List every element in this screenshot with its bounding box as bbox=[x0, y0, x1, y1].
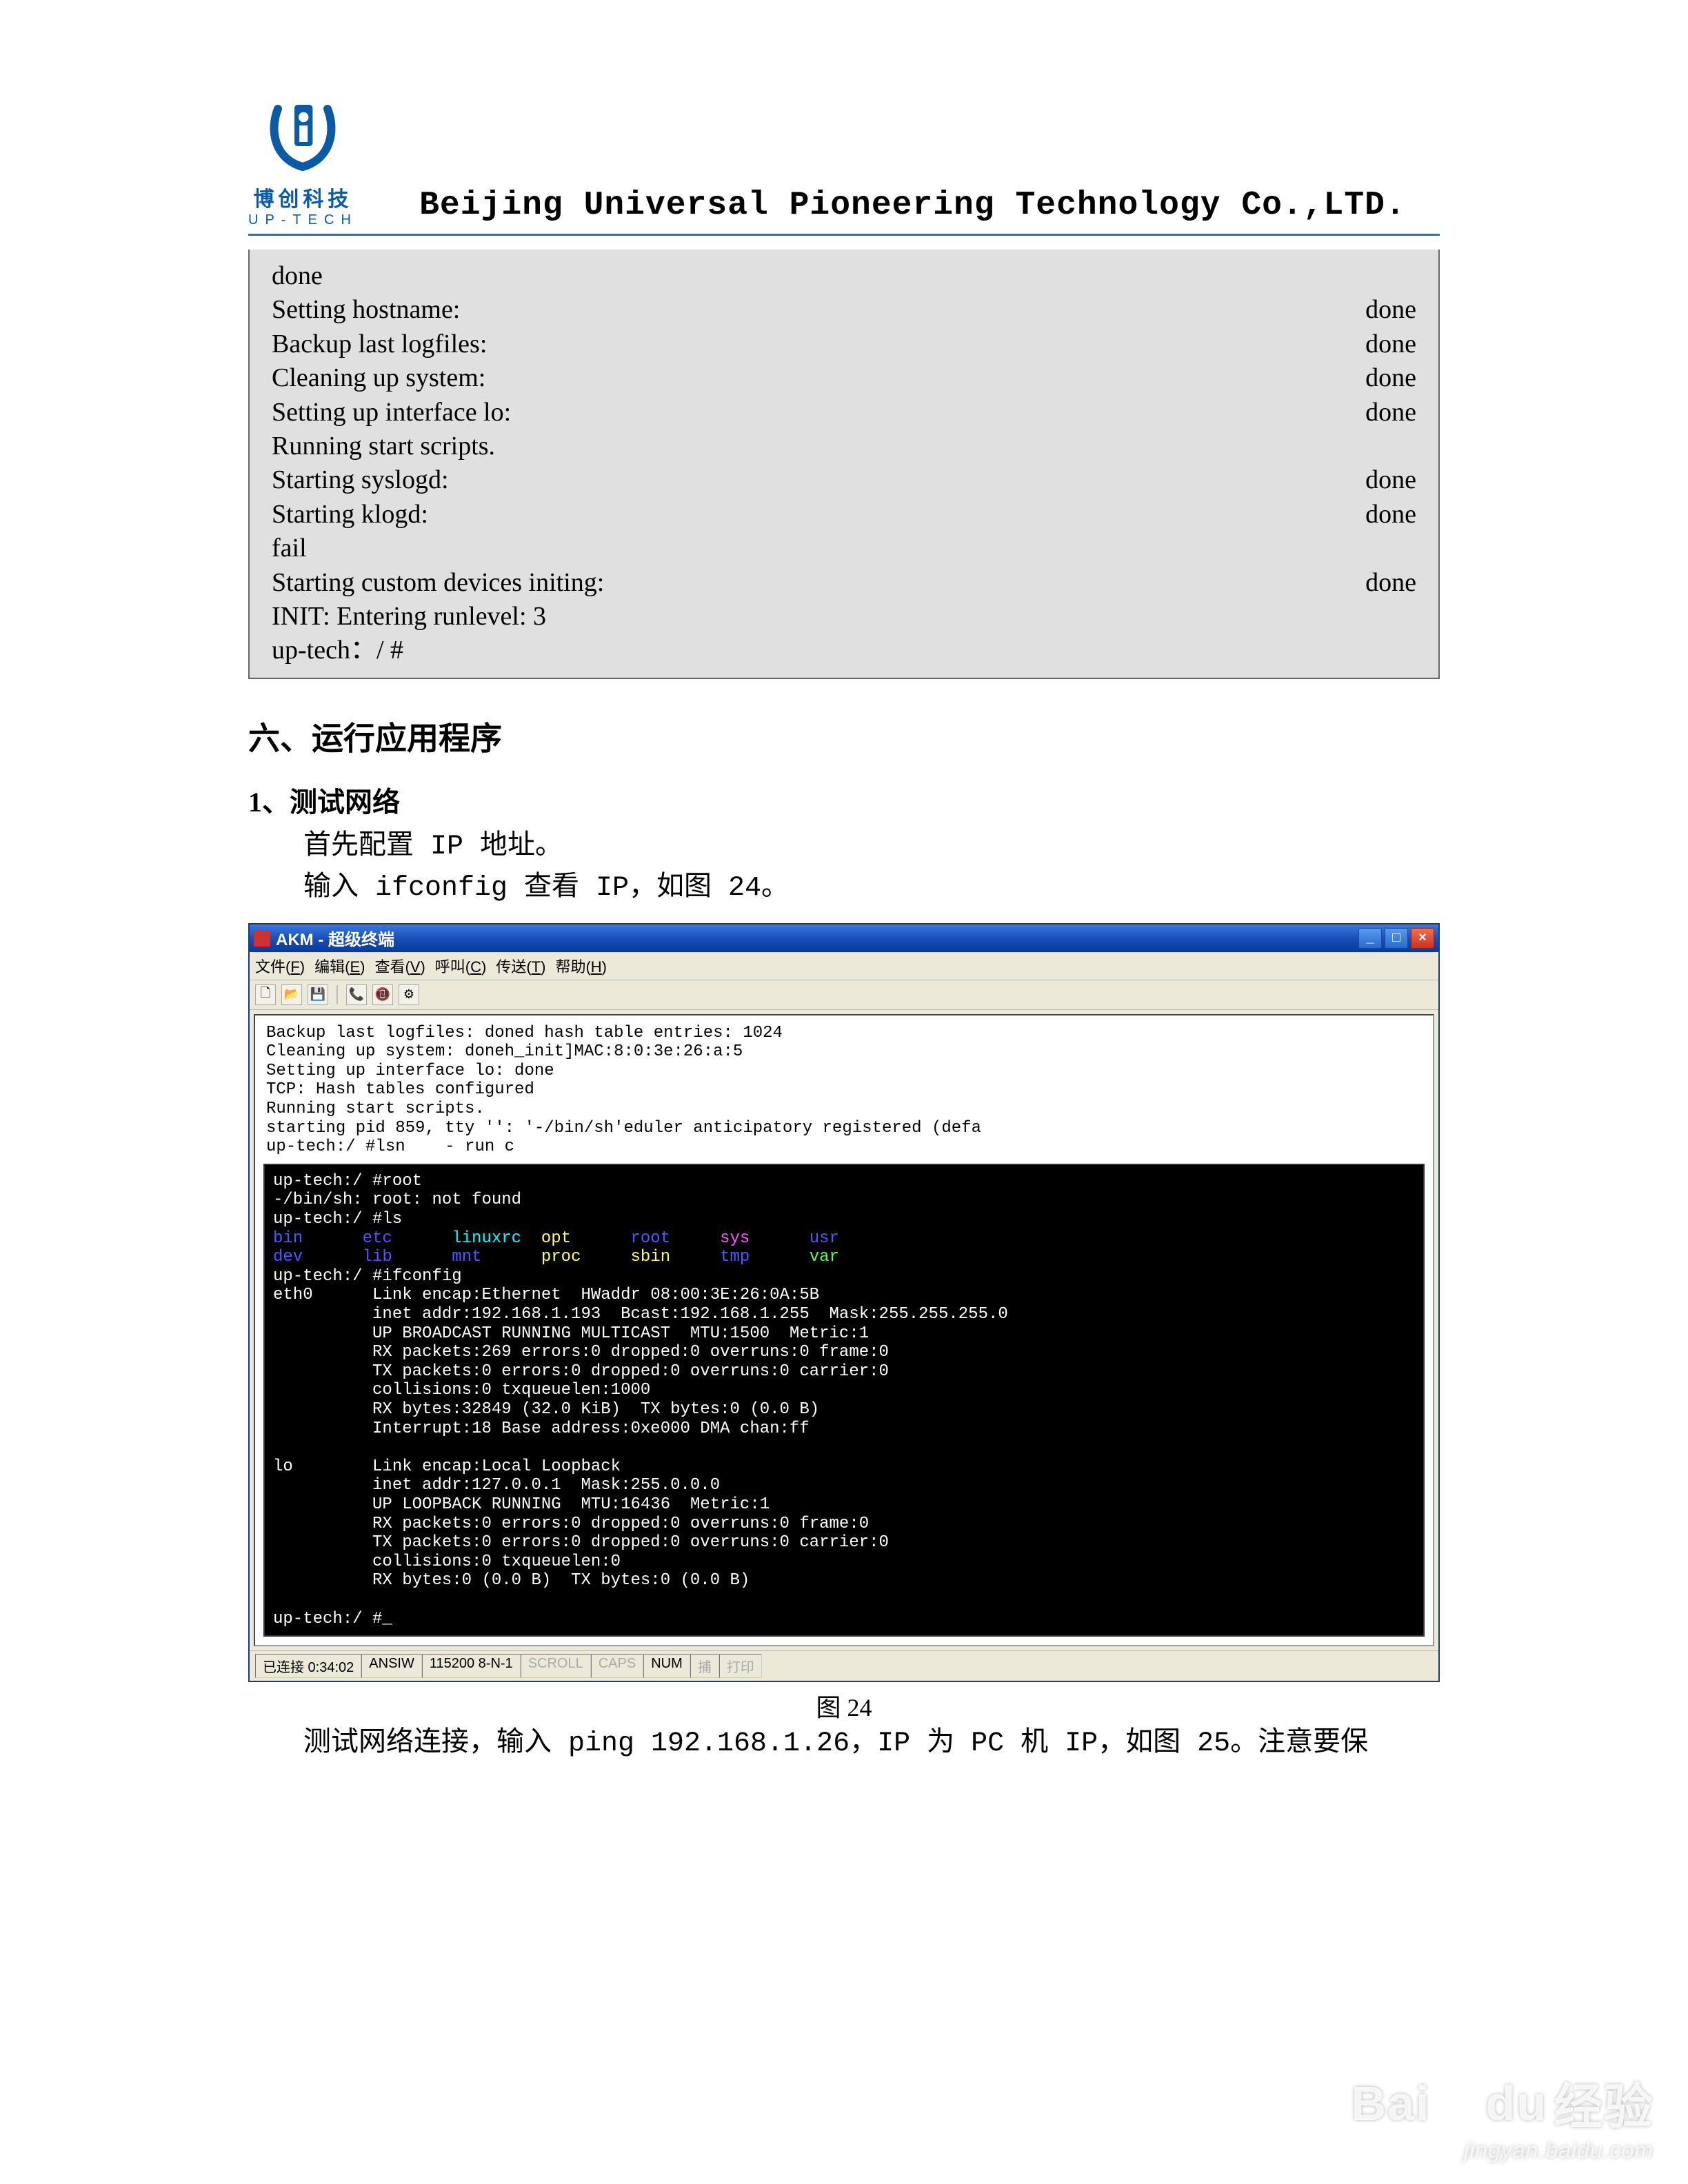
new-icon[interactable]: 🗋 bbox=[255, 984, 276, 1005]
watermark-text-en: Bai bbox=[1352, 2076, 1431, 2131]
status-num: NUM bbox=[643, 1654, 690, 1678]
boot-row: fail bbox=[272, 532, 1416, 565]
menu-item[interactable]: 传送(T) bbox=[496, 955, 545, 977]
open-icon[interactable]: 📂 bbox=[281, 984, 302, 1005]
logo-block: 博创科技 UP-TECH bbox=[248, 97, 358, 228]
boot-row: up-tech：/ # bbox=[272, 634, 1416, 667]
section-heading: 六、运行应用程序 bbox=[248, 714, 1440, 759]
disconnect-icon[interactable]: 📵 bbox=[372, 984, 393, 1005]
menu-item[interactable]: 呼叫(C) bbox=[435, 955, 487, 977]
watermark-url: jingyan.baidu.com bbox=[1352, 2138, 1654, 2163]
toolbar-separator bbox=[336, 985, 338, 1004]
baidu-watermark: Bai du 经验 jingyan.baidu.com bbox=[1352, 2068, 1654, 2163]
menu-item[interactable]: 文件(F) bbox=[255, 955, 305, 977]
terminal-black-area[interactable]: up-tech:/ #root -/bin/sh: root: not foun… bbox=[263, 1164, 1425, 1637]
app-icon bbox=[254, 930, 270, 947]
menu-item[interactable]: 编辑(E) bbox=[314, 955, 365, 977]
close-button[interactable]: × bbox=[1411, 928, 1434, 949]
connect-icon[interactable]: 📞 bbox=[346, 984, 367, 1005]
paragraph-1: 首先配置 IP 地址。 bbox=[303, 827, 1440, 868]
menubar: 文件(F) 编辑(E) 查看(V) 呼叫(C) 传送(T) 帮助(H) bbox=[250, 952, 1438, 980]
status-connection: 已连接 0:34:02 bbox=[255, 1654, 361, 1678]
boot-row: Cleaning up system:done bbox=[272, 361, 1416, 395]
minimize-button[interactable]: _ bbox=[1358, 928, 1382, 949]
watermark-text-en2: du bbox=[1485, 2076, 1547, 2131]
logo-text-cn: 博创科技 bbox=[253, 182, 352, 212]
logo-text-en: UP-TECH bbox=[248, 212, 358, 228]
toolbar: 🗋 📂 💾 📞 📵 ⚙ bbox=[250, 980, 1438, 1010]
figure-caption: 图 24 bbox=[248, 1688, 1440, 1723]
paragraph-2: 输入 ifconfig 查看 IP，如图 24。 bbox=[303, 868, 1440, 909]
statusbar: 已连接 0:34:02 ANSIW 115200 8-N-1 SCROLL CA… bbox=[250, 1650, 1438, 1681]
terminal-content-frame: Backup last logfiles: doned hash table e… bbox=[254, 1014, 1434, 1646]
status-terminal-type: ANSIW bbox=[361, 1654, 422, 1678]
status-caps: CAPS bbox=[591, 1654, 643, 1678]
menu-item[interactable]: 查看(V) bbox=[374, 955, 425, 977]
boot-row: Setting hostname:done bbox=[272, 293, 1416, 327]
boot-row: done bbox=[272, 259, 1416, 293]
boot-row: Starting custom devices initing:done bbox=[272, 566, 1416, 600]
uptech-logo-icon bbox=[261, 97, 344, 179]
subsection-heading: 1、测试网络 bbox=[248, 780, 1440, 820]
page-header: 博创科技 UP-TECH Beijing Universal Pioneerin… bbox=[248, 97, 1440, 236]
company-title: Beijing Universal Pioneering Technology … bbox=[385, 187, 1440, 228]
status-baud: 115200 8-N-1 bbox=[422, 1654, 521, 1678]
menu-item[interactable]: 帮助(H) bbox=[555, 955, 607, 977]
status-print: 打印 bbox=[719, 1654, 762, 1678]
boot-row: Starting syslogd:done bbox=[272, 463, 1416, 497]
properties-icon[interactable]: ⚙ bbox=[399, 984, 419, 1005]
paragraph-3: 测试网络连接，输入 ping 192.168.1.26，IP 为 PC 机 IP… bbox=[303, 1723, 1440, 1765]
terminal-white-area[interactable]: Backup last logfiles: doned hash table e… bbox=[261, 1021, 1427, 1160]
window-title: AKM - 超级终端 bbox=[276, 926, 394, 950]
maximize-button[interactable]: □ bbox=[1385, 928, 1408, 949]
hyperterminal-window: AKM - 超级终端 _ □ × 文件(F) 编辑(E) 查看(V) 呼叫(C) 传送(… bbox=[248, 923, 1440, 1682]
watermark-text-cn: 经验 bbox=[1554, 2068, 1654, 2138]
status-capture: 捕 bbox=[690, 1654, 719, 1678]
paw-icon bbox=[1437, 2086, 1478, 2121]
status-scroll: SCROLL bbox=[521, 1654, 591, 1678]
boot-row: Starting klogd:done bbox=[272, 498, 1416, 532]
boot-row: Backup last logfiles:done bbox=[272, 327, 1416, 361]
boot-row: Setting up interface lo:done bbox=[272, 396, 1416, 429]
boot-row: INIT: Entering runlevel: 3 bbox=[272, 600, 1416, 634]
window-titlebar[interactable]: AKM - 超级终端 _ □ × bbox=[250, 924, 1438, 952]
boot-log-box: doneSetting hostname:doneBackup last log… bbox=[248, 250, 1440, 679]
boot-row: Running start scripts. bbox=[272, 429, 1416, 463]
save-icon[interactable]: 💾 bbox=[308, 984, 328, 1005]
